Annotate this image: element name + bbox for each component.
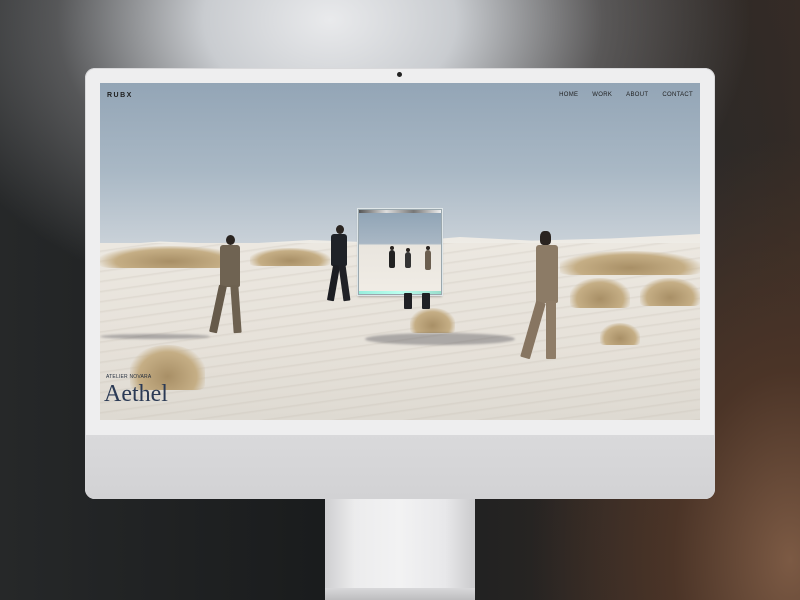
site-logo[interactable]: RUBX [107, 92, 133, 99]
person-shadow [100, 334, 210, 339]
grass-tuft [570, 278, 630, 308]
nav-contact-link[interactable]: CONTACT [662, 92, 693, 98]
hero-subtitle: ATELIER NOVARA [106, 374, 152, 380]
grass-tuft [640, 278, 700, 306]
imac-stand [325, 499, 475, 600]
imac-stand-base [325, 588, 475, 600]
grass-tuft [600, 323, 640, 345]
nav-work-link[interactable]: WORK [592, 92, 612, 98]
mirror-frame [358, 209, 442, 295]
model-center [326, 225, 357, 305]
imac-chin [85, 435, 715, 499]
nav-menu: HOME WORK ABOUT CONTACT [559, 92, 693, 98]
grass-tuft [560, 251, 700, 275]
model-right [520, 231, 570, 363]
model-left [202, 235, 252, 335]
grass-tuft [250, 248, 330, 266]
camera-dot-icon [397, 72, 402, 77]
nav-about-link[interactable]: ABOUT [626, 92, 648, 98]
nav-home-link[interactable]: HOME [559, 92, 578, 98]
model-behind-mirror [400, 293, 440, 313]
imac-display: RUBX HOME WORK ABOUT CONTACT ATELIER NOV… [85, 68, 715, 499]
person-shadow [365, 333, 515, 345]
hero-title: Aethel [104, 381, 168, 407]
site-header: RUBX HOME WORK ABOUT CONTACT [100, 83, 700, 109]
website-screen: RUBX HOME WORK ABOUT CONTACT ATELIER NOV… [100, 83, 700, 420]
